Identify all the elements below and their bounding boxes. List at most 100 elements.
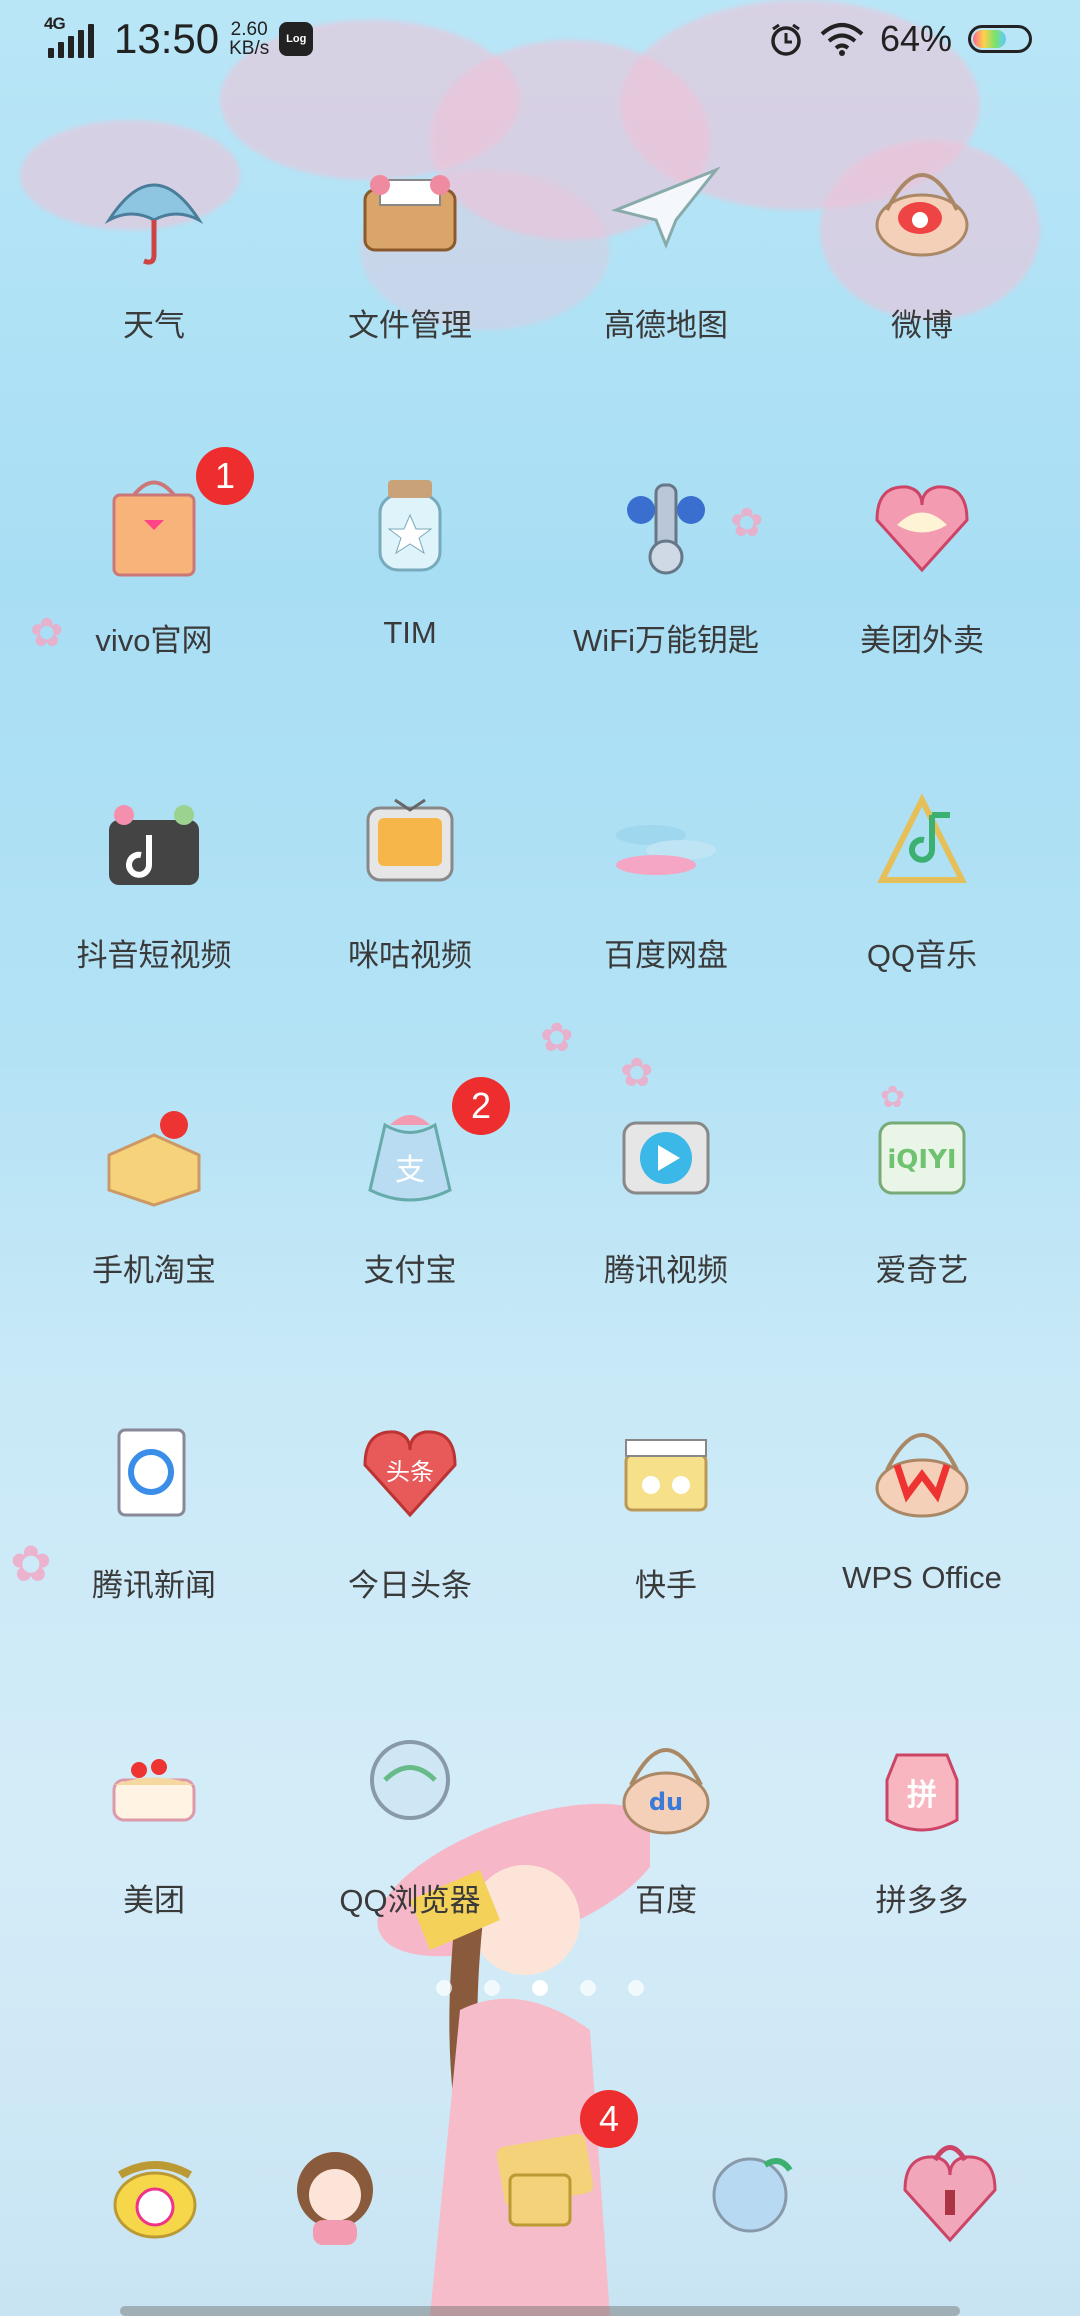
svg-text:头条: 头条 (386, 1458, 434, 1486)
paper-crane-icon (611, 166, 721, 250)
app-label: 抖音短视频 (76, 938, 232, 973)
app-label: 拼多多 (875, 1883, 969, 1918)
app-cloud[interactable]: 百度网盘 (538, 780, 794, 1010)
page-indicator[interactable] (0, 1980, 1080, 1996)
dock-app-girl-avatar[interactable] (270, 2130, 400, 2260)
app-label: 咪咕视频 (348, 938, 472, 973)
wifi-icon (820, 23, 864, 56)
music-note-icon (877, 793, 967, 883)
app-pinduoduo-jar[interactable]: 拼拼多多 (794, 1725, 1050, 1955)
tiktok-note-icon (109, 805, 199, 885)
heart-kangaroo-icon (875, 485, 969, 573)
globe-icon (370, 1740, 450, 1820)
log-icon: Log (279, 22, 314, 56)
gift-box-icon (107, 1111, 201, 1207)
app-label: 文件管理 (348, 308, 472, 343)
dock-app-telephone[interactable] (90, 2130, 220, 2260)
app-label: 手机淘宝 (92, 1253, 216, 1288)
app-iqiyi-tv[interactable]: iQIYI 爱奇艺 (794, 1095, 1050, 1325)
clock: 13:50 (114, 15, 220, 62)
app-label: 腾讯新闻 (92, 1568, 216, 1603)
app-kuaishou-clapper[interactable]: 快手 (538, 1410, 794, 1640)
weibo-basket-icon (875, 173, 969, 257)
page-dot[interactable] (436, 1980, 452, 1996)
app-music-note[interactable]: QQ音乐 (794, 780, 1050, 1010)
app-label: 美团 (123, 1883, 185, 1918)
alarm-icon (771, 23, 801, 56)
app-paper-crane[interactable]: 高德地图 (538, 150, 794, 380)
wps-basket-icon (875, 1433, 969, 1518)
baidu-basket-icon: du (622, 1748, 710, 1835)
app-baidu-basket[interactable]: du 百度 (538, 1725, 794, 1955)
page-dot[interactable] (532, 1980, 548, 1996)
globe-browser-icon (712, 2157, 793, 2233)
app-label: 百度网盘 (604, 938, 728, 973)
notification-badge: 1 (196, 447, 254, 505)
app-key-flower[interactable]: WiFi万能钥匙 (538, 465, 794, 695)
file-basket-icon (363, 175, 457, 252)
svg-text:拼: 拼 (907, 1778, 937, 1813)
svg-text:iQIYI: iQIYI (887, 1145, 956, 1175)
app-label: 高德地图 (604, 308, 728, 343)
retro-tv-icon (366, 798, 454, 882)
app-label: 快手 (635, 1568, 697, 1603)
app-gift-box[interactable]: 手机淘宝 (26, 1095, 282, 1325)
app-label: WiFi万能钥匙 (573, 623, 759, 658)
cellular-signal-icon: 4G (44, 14, 104, 64)
app-gift-bag[interactable]: vivo官网 1 (26, 447, 282, 695)
battery-icon (968, 25, 1032, 53)
heart-lock-icon (903, 2145, 997, 2243)
app-umbrella[interactable]: 天气 (26, 150, 282, 380)
page-dot[interactable] (628, 1980, 644, 1996)
dock-app-globe-browser[interactable] (685, 2130, 815, 2260)
app-file-basket[interactable]: 文件管理 (282, 150, 538, 380)
telephone-icon (113, 2161, 197, 2239)
app-play-tv[interactable]: 腾讯视频 (538, 1095, 794, 1325)
message-bag-icon (508, 2173, 572, 2227)
dock-app-message-bag[interactable]: 4 (475, 2090, 638, 2260)
page-dot[interactable] (580, 1980, 596, 1996)
page-dot[interactable] (484, 1980, 500, 1996)
toutiao-heart-icon: 头条 (363, 1430, 457, 1518)
app-star-jar[interactable]: TIM (282, 465, 538, 695)
girl-avatar-icon (297, 2152, 373, 2245)
star-jar-icon (378, 480, 442, 572)
svg-text:du: du (649, 1788, 683, 1816)
app-alipay-pouch[interactable]: 支支付宝 2 (282, 1077, 538, 1325)
cake-icon (112, 1759, 196, 1822)
kuaishou-clapper-icon (624, 1439, 708, 1512)
cloud-icon (616, 825, 716, 875)
app-label: 天气 (123, 308, 185, 343)
app-cake[interactable]: 美团 (26, 1725, 282, 1955)
news-book-icon (117, 1428, 186, 1517)
dock-app-heart-lock[interactable] (885, 2130, 1015, 2260)
app-toutiao-heart[interactable]: 头条 今日头条 (282, 1410, 538, 1640)
play-tv-icon (622, 1121, 710, 1195)
pinduoduo-jar-icon: 拼 (885, 1753, 959, 1832)
app-news-book[interactable]: 腾讯新闻 (26, 1410, 282, 1640)
app-globe[interactable]: QQ浏览器 (282, 1725, 538, 1955)
notification-badge: 2 (452, 1077, 510, 1135)
app-label: 百度 (635, 1883, 697, 1918)
app-label: vivo官网 (95, 623, 213, 658)
app-heart-kangaroo[interactable]: 美团外卖 (794, 465, 1050, 695)
app-label: TIM (383, 615, 437, 650)
app-label: WPS Office (842, 1560, 1002, 1595)
app-label: 腾讯视频 (604, 1253, 728, 1288)
app-label: 今日头条 (348, 1568, 472, 1603)
app-label: QQ浏览器 (339, 1883, 481, 1918)
home-indicator[interactable] (120, 2306, 960, 2316)
app-label: 爱奇艺 (875, 1253, 969, 1288)
app-weibo-basket[interactable]: 微博 (794, 150, 1050, 380)
status-bar: 4G 13:50 2.60 KB/s Log 64% (0, 0, 1080, 84)
app-label: QQ音乐 (866, 938, 978, 973)
app-label: 微博 (891, 308, 953, 343)
app-wps-basket[interactable]: WPS Office (794, 1410, 1050, 1640)
notification-badge: 4 (580, 2090, 638, 2148)
network-speed: 2.60 KB/s (229, 19, 270, 59)
umbrella-icon (104, 183, 204, 265)
app-label: 支付宝 (363, 1253, 457, 1288)
app-tiktok-note[interactable]: 抖音短视频 (26, 780, 282, 1010)
key-flower-icon (627, 483, 705, 575)
app-retro-tv[interactable]: 咪咕视频 (282, 780, 538, 1010)
